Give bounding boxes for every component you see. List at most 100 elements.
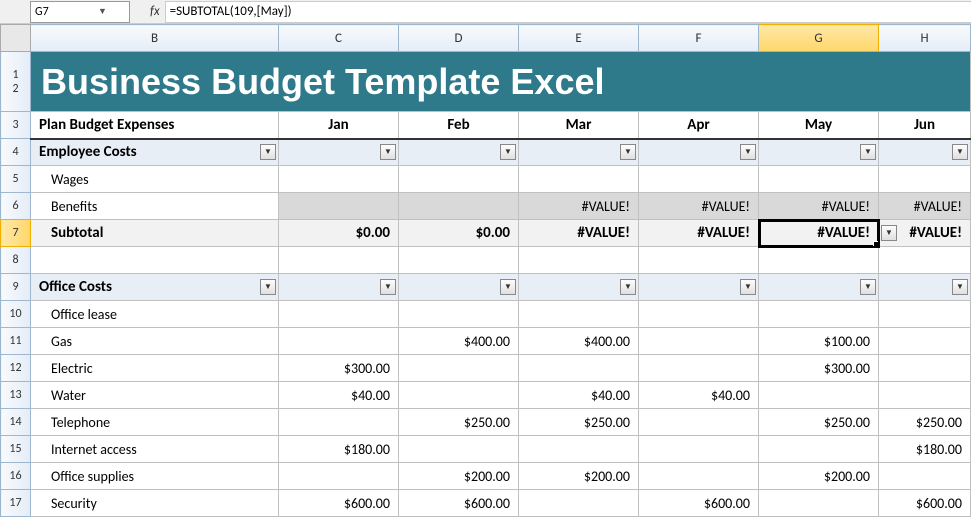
cell[interactable]: $40.00	[279, 382, 399, 409]
cell[interactable]	[519, 247, 639, 274]
row-label[interactable]: Benefits	[31, 193, 279, 220]
header-may[interactable]: May	[759, 112, 879, 139]
cell[interactable]	[519, 436, 639, 463]
page-title[interactable]: Business Budget Template Excel	[31, 52, 971, 112]
row-head-14[interactable]: 14	[1, 409, 31, 436]
section-cell[interactable]: ▼	[519, 274, 639, 301]
section-cell[interactable]: ▼	[399, 274, 519, 301]
cell[interactable]: $300.00	[759, 355, 879, 382]
cell[interactable]: $300.00	[279, 355, 399, 382]
row-head-15[interactable]: 15	[1, 436, 31, 463]
subtotal-label[interactable]: Subtotal	[31, 220, 279, 247]
cell[interactable]: $0.00	[279, 220, 399, 247]
cell[interactable]: $400.00	[519, 328, 639, 355]
filter-dropdown-icon[interactable]: ▼	[260, 279, 276, 295]
row-head-6[interactable]: 6	[1, 193, 31, 220]
col-head-F[interactable]: F	[639, 25, 759, 52]
cell[interactable]	[519, 301, 639, 328]
filter-dropdown-icon[interactable]: ▼	[620, 144, 636, 160]
col-head-D[interactable]: D	[399, 25, 519, 52]
col-head-C[interactable]: C	[279, 25, 399, 52]
row-head-12[interactable]: 12	[1, 355, 31, 382]
row-head-1-2[interactable]: 1 2	[1, 52, 31, 112]
col-head-G[interactable]: G	[759, 25, 879, 52]
cell[interactable]	[639, 463, 759, 490]
cell[interactable]	[279, 328, 399, 355]
filter-dropdown-icon[interactable]: ▼	[620, 279, 636, 295]
cell[interactable]	[879, 355, 971, 382]
header-feb[interactable]: Feb	[399, 112, 519, 139]
row-head-13[interactable]: 13	[1, 382, 31, 409]
header-mar[interactable]: Mar	[519, 112, 639, 139]
row-head-5[interactable]: 5	[1, 166, 31, 193]
autofill-options-icon[interactable]: ▼	[881, 225, 897, 241]
cell[interactable]	[519, 166, 639, 193]
filter-dropdown-icon[interactable]: ▼	[860, 279, 876, 295]
header-jan[interactable]: Jan	[279, 112, 399, 139]
select-all-corner[interactable]	[1, 25, 31, 52]
cell[interactable]: $100.00	[759, 328, 879, 355]
cell[interactable]: $400.00	[399, 328, 519, 355]
row-label[interactable]: Security	[31, 490, 279, 517]
worksheet-grid[interactable]: B C D E F G H 1 2 Business Budget Templa…	[0, 24, 971, 517]
filter-dropdown-icon[interactable]: ▼	[500, 144, 516, 160]
cell[interactable]	[639, 166, 759, 193]
row-head-16[interactable]: 16	[1, 463, 31, 490]
filter-dropdown-icon[interactable]: ▼	[260, 144, 276, 160]
cell[interactable]	[639, 355, 759, 382]
cell[interactable]: $180.00	[279, 436, 399, 463]
cell[interactable]	[519, 490, 639, 517]
cell[interactable]	[759, 490, 879, 517]
formula-input[interactable]	[166, 2, 971, 22]
row-head-3[interactable]: 3	[1, 112, 31, 139]
cell[interactable]	[519, 355, 639, 382]
row-head-11[interactable]: 11	[1, 328, 31, 355]
row-head-7[interactable]: 7	[1, 220, 31, 247]
cell[interactable]	[879, 463, 971, 490]
col-head-E[interactable]: E	[519, 25, 639, 52]
cell[interactable]: $600.00	[399, 490, 519, 517]
section-title-employee[interactable]: Employee Costs▼	[31, 139, 279, 166]
filter-dropdown-icon[interactable]: ▼	[500, 279, 516, 295]
section-cell[interactable]: ▼	[879, 139, 971, 166]
fx-icon[interactable]: fx	[150, 4, 160, 19]
active-cell-G7[interactable]: #VALUE!	[759, 220, 879, 247]
header-jun[interactable]: Jun	[879, 112, 971, 139]
section-cell[interactable]: ▼	[639, 274, 759, 301]
cell[interactable]: $40.00	[639, 382, 759, 409]
row-head-10[interactable]: 10	[1, 301, 31, 328]
filter-dropdown-icon[interactable]: ▼	[952, 144, 968, 160]
cell[interactable]	[279, 463, 399, 490]
cell[interactable]: $0.00	[399, 220, 519, 247]
cell[interactable]: $200.00	[399, 463, 519, 490]
filter-dropdown-icon[interactable]: ▼	[740, 279, 756, 295]
col-head-B[interactable]: B	[31, 25, 279, 52]
cell[interactable]: $40.00	[519, 382, 639, 409]
filter-dropdown-icon[interactable]: ▼	[952, 279, 968, 295]
header-apr[interactable]: Apr	[639, 112, 759, 139]
cell[interactable]: $250.00	[519, 409, 639, 436]
section-cell[interactable]: ▼	[279, 139, 399, 166]
filter-dropdown-icon[interactable]: ▼	[380, 279, 396, 295]
cell[interactable]	[279, 409, 399, 436]
section-title-office[interactable]: Office Costs▼	[31, 274, 279, 301]
row-label[interactable]: Water	[31, 382, 279, 409]
cell[interactable]	[279, 301, 399, 328]
row-label[interactable]: Wages	[31, 166, 279, 193]
row-head-8[interactable]: 8	[1, 247, 31, 274]
row-head-4[interactable]: 4	[1, 139, 31, 166]
header-label[interactable]: Plan Budget Expenses	[31, 112, 279, 139]
cell[interactable]	[639, 328, 759, 355]
cell[interactable]: $600.00	[639, 490, 759, 517]
cell[interactable]	[879, 166, 971, 193]
cell[interactable]	[879, 328, 971, 355]
cell[interactable]: $250.00	[759, 409, 879, 436]
section-cell[interactable]: ▼	[879, 274, 971, 301]
row-head-9[interactable]: 9	[1, 274, 31, 301]
cell[interactable]: #VALUE!	[879, 193, 971, 220]
section-cell[interactable]: ▼	[279, 274, 399, 301]
col-head-H[interactable]: H	[879, 25, 971, 52]
cell[interactable]	[879, 382, 971, 409]
cell[interactable]	[279, 193, 399, 220]
cell[interactable]	[399, 193, 519, 220]
